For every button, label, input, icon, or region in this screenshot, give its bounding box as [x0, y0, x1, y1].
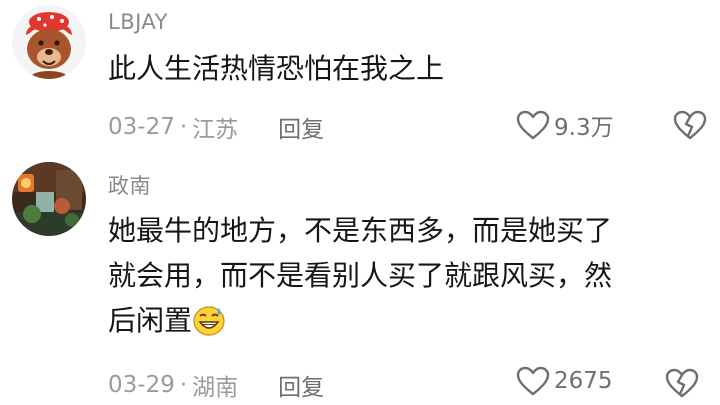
heart-icon	[516, 366, 550, 396]
bear-avatar-icon	[12, 5, 86, 79]
comment-text-line-content: 后闲置	[108, 304, 193, 337]
sweat-smile-emoji-icon	[192, 304, 226, 349]
comment-meta: 03-29 · 湖南 回复	[108, 368, 324, 402]
like-count: 2675	[554, 368, 613, 394]
broken-heart-icon	[665, 368, 699, 398]
avatar[interactable]	[12, 162, 86, 236]
comment-text-line: 后闲置	[108, 298, 698, 349]
avatar[interactable]	[12, 5, 86, 79]
username[interactable]: LBJAY	[108, 10, 168, 34]
comment-text: 此人生活热情恐怕在我之上	[108, 52, 445, 85]
meta-separator: ·	[179, 114, 188, 140]
heart-icon	[516, 110, 550, 140]
comment-meta: 03-27 · 江苏 回复	[108, 110, 324, 144]
comment-text: 她最牛的地方，不是东西多，而是她买了 就会用，而不是看别人买了就跟风买，然 后闲…	[108, 208, 698, 349]
comment-list: LBJAY 此人生活热情恐怕在我之上 03-27 · 江苏 回复 9.3万 政南…	[0, 0, 720, 405]
reply-button[interactable]: 回复	[278, 110, 324, 144]
comment-location: 江苏	[192, 117, 239, 143]
like-button[interactable]: 2675	[516, 366, 613, 396]
like-button[interactable]: 9.3万	[516, 108, 614, 142]
broken-heart-icon	[673, 110, 707, 140]
comment-item: LBJAY 此人生活热情恐怕在我之上 03-27 · 江苏 回复 9.3万	[0, 0, 720, 160]
meta-separator: ·	[179, 372, 188, 398]
dislike-button[interactable]	[665, 368, 699, 402]
username[interactable]: 政南	[108, 170, 151, 200]
reply-button[interactable]: 回复	[278, 368, 324, 402]
comment-text-line: 就会用，而不是看别人买了就跟风买，然	[108, 259, 613, 292]
comment-item: 政南 她最牛的地方，不是东西多，而是她买了 就会用，而不是看别人买了就跟风买，然…	[0, 160, 720, 405]
comment-location: 湖南	[192, 375, 239, 401]
room-photo-avatar-icon	[12, 162, 86, 236]
comment-text-line: 她最牛的地方，不是东西多，而是她买了	[108, 214, 613, 247]
dislike-button[interactable]	[673, 110, 707, 144]
comment-date: 03-29	[108, 372, 175, 398]
comment-date: 03-27	[108, 114, 175, 140]
like-count: 9.3万	[554, 115, 614, 141]
